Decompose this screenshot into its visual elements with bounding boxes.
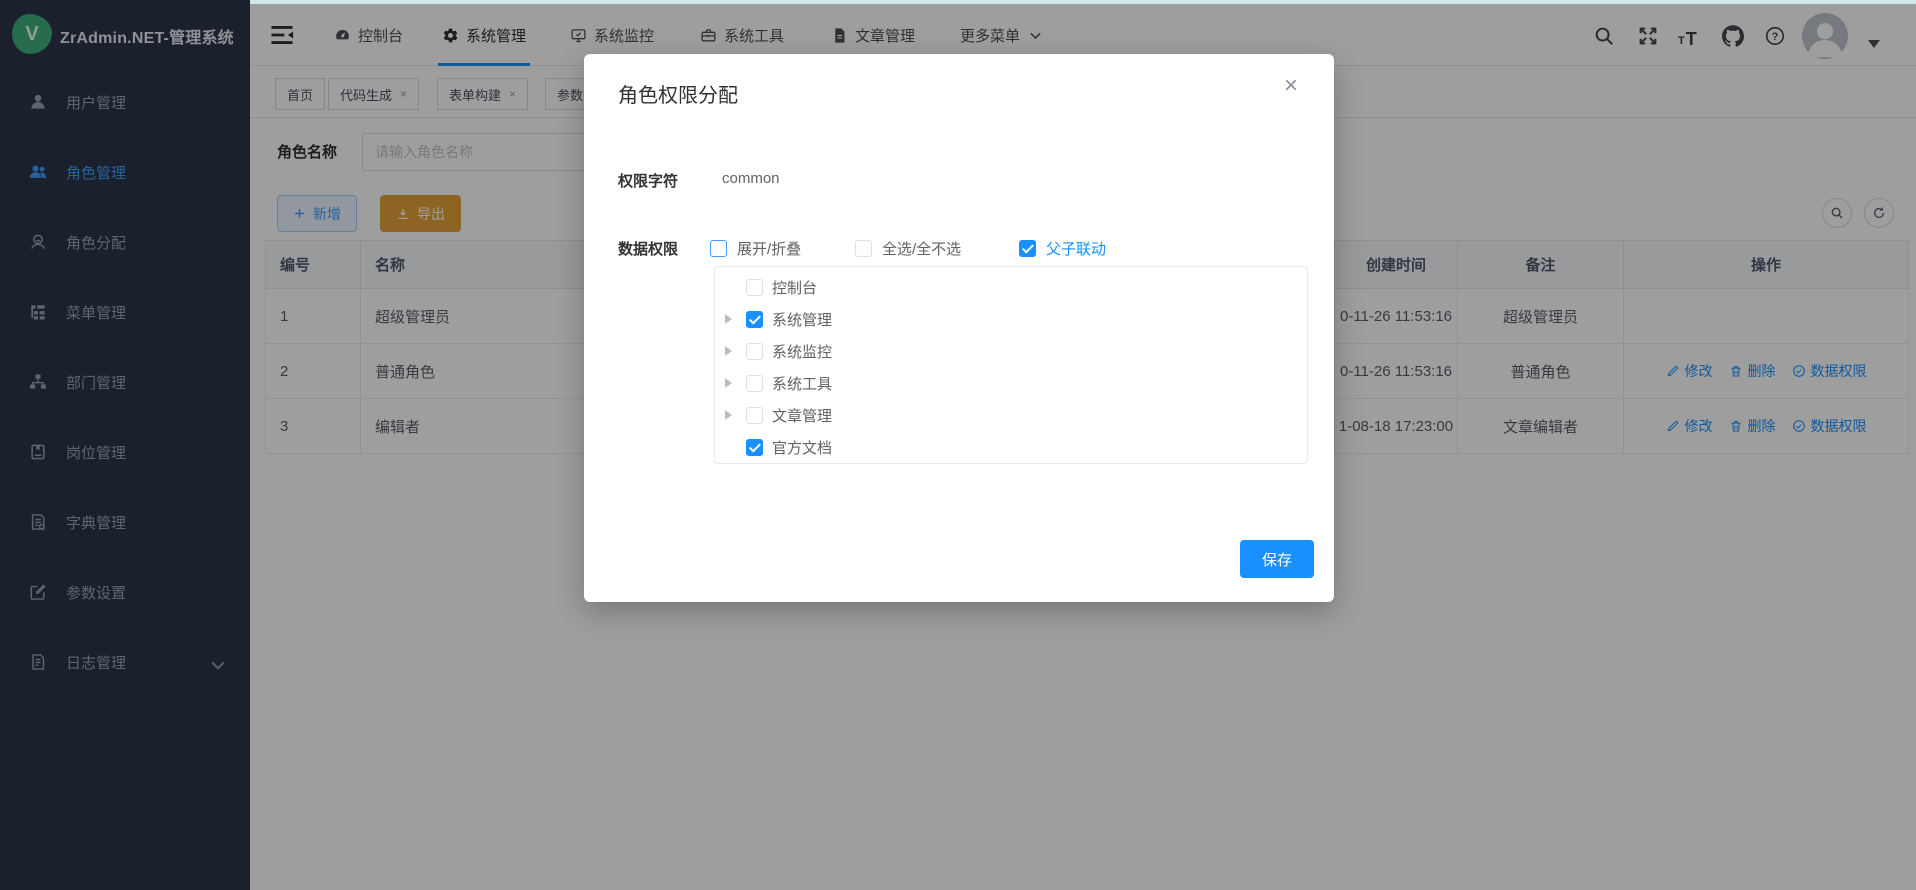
dialog-close-icon[interactable]: × — [1284, 74, 1298, 98]
expand-arrow-slot — [725, 441, 737, 453]
top-edge-strip — [250, 0, 1916, 4]
checkbox-unchecked-icon[interactable] — [746, 407, 763, 424]
expand-arrow-slot — [725, 281, 737, 293]
tree-node-label: 系统管理 — [772, 309, 832, 330]
checkbox-checked-icon[interactable] — [746, 311, 763, 328]
save-button[interactable]: 保存 — [1240, 540, 1314, 578]
parent-child-link-checkbox[interactable]: 父子联动 — [1019, 238, 1106, 259]
data-permission-label: 数据权限 — [618, 238, 678, 259]
checkbox-unchecked-icon[interactable] — [746, 343, 763, 360]
expand-arrow-icon[interactable] — [725, 377, 737, 389]
select-all-checkbox[interactable]: 全选/全不选 — [855, 238, 961, 259]
tree-node-docs[interactable]: 官方文档 — [715, 431, 1307, 463]
tree-node-console[interactable]: 控制台 — [715, 271, 1307, 303]
tree-node-label: 官方文档 — [772, 437, 832, 458]
checkbox-unchecked-icon[interactable] — [855, 240, 872, 257]
expand-arrow-icon[interactable] — [725, 313, 737, 325]
tree-node-label: 控制台 — [772, 277, 817, 298]
tree-node-articles[interactable]: 文章管理 — [715, 399, 1307, 431]
checkbox-checked-icon[interactable] — [746, 439, 763, 456]
perm-char-label: 权限字符 — [618, 170, 678, 191]
permission-tree: 控制台 系统管理 系统监控 系统工具 文章管理 — [714, 266, 1308, 464]
checkbox-unchecked-icon[interactable] — [746, 375, 763, 392]
checkbox-label: 父子联动 — [1046, 238, 1106, 259]
perm-char-value: common — [722, 170, 780, 187]
checkbox-label: 展开/折叠 — [737, 238, 801, 259]
tree-node-label: 系统监控 — [772, 341, 832, 362]
checkbox-checked-icon[interactable] — [1019, 240, 1036, 257]
expand-arrow-icon[interactable] — [725, 409, 737, 421]
tree-node-system[interactable]: 系统管理 — [715, 303, 1307, 335]
tree-node-label: 系统工具 — [772, 373, 832, 394]
role-permission-dialog: 角色权限分配 × 权限字符 common 数据权限 展开/折叠 全选/全不选 父… — [584, 54, 1334, 602]
checkbox-label: 全选/全不选 — [882, 238, 961, 259]
app-screen: V ZrAdmin.NET-管理系统 用户管理 角色管理 角色分配 菜单管理 部… — [0, 0, 1916, 890]
tree-node-monitor[interactable]: 系统监控 — [715, 335, 1307, 367]
checkbox-unchecked-icon[interactable] — [710, 240, 727, 257]
dialog-title: 角色权限分配 — [618, 79, 738, 108]
expand-arrow-icon[interactable] — [725, 345, 737, 357]
checkbox-unchecked-icon[interactable] — [746, 279, 763, 296]
tree-node-label: 文章管理 — [772, 405, 832, 426]
tree-node-tools[interactable]: 系统工具 — [715, 367, 1307, 399]
expand-collapse-checkbox[interactable]: 展开/折叠 — [710, 238, 801, 259]
